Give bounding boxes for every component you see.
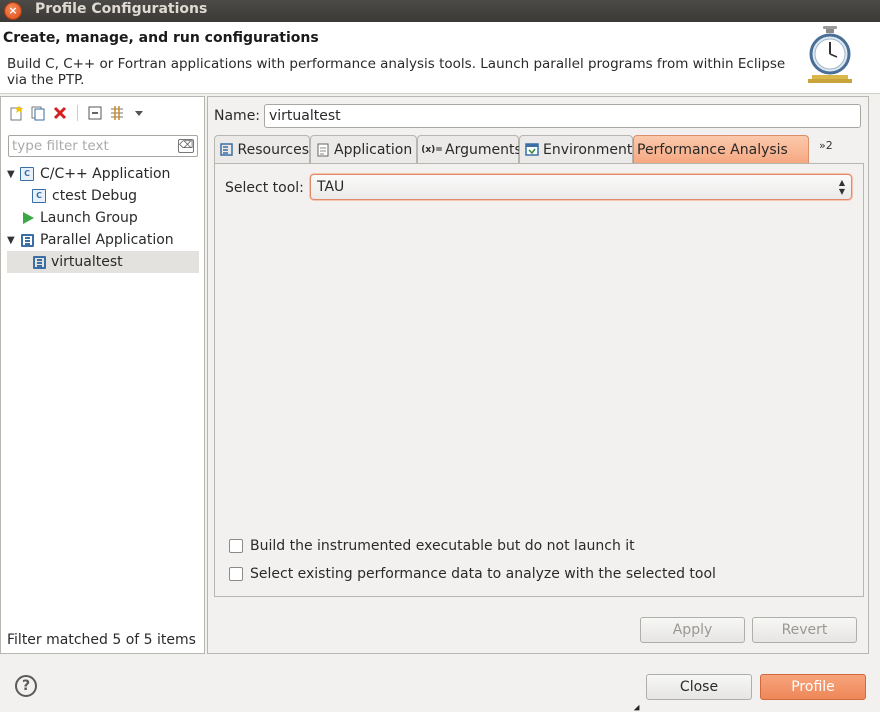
- select-tool-label: Select tool:: [225, 180, 304, 196]
- name-input[interactable]: [265, 105, 860, 127]
- existing-data-checkbox[interactable]: [229, 567, 243, 581]
- build-only-checkbox-row[interactable]: Build the instrumented executable but do…: [229, 538, 635, 554]
- application-icon: [316, 143, 330, 157]
- parallel-app-icon: [20, 233, 34, 247]
- filter-clear-icon[interactable]: ⌫: [178, 139, 194, 153]
- tree-item-label: virtualtest: [51, 254, 123, 270]
- filter-field: ⌫: [8, 135, 198, 157]
- resources-icon: [220, 143, 234, 157]
- tree-item-label: ctest Debug: [52, 188, 138, 204]
- filter-status: Filter matched 5 of 5 items: [7, 632, 196, 648]
- dropdown-arrows-icon: ▲ ▼: [838, 178, 845, 196]
- stopwatch-icon: [808, 26, 852, 83]
- tab-resources[interactable]: Resources: [214, 135, 310, 163]
- environment-icon: [525, 143, 539, 157]
- tab-environment[interactable]: Environment: [519, 135, 633, 163]
- select-tool-value: TAU: [317, 179, 345, 195]
- c-config-icon: C: [32, 189, 46, 203]
- configuration-list-panel: ⌫ ▼ C C/C++ Application C ctest Debug La…: [0, 96, 205, 654]
- tree-item-launch-group[interactable]: Launch Group: [1, 207, 204, 229]
- launch-group-icon: [21, 211, 35, 225]
- window-close-button[interactable]: ×: [4, 2, 22, 20]
- select-tool-dropdown[interactable]: TAU ▲ ▼: [310, 174, 852, 200]
- name-field: [264, 104, 861, 128]
- view-menu-chevron-icon[interactable]: [130, 104, 148, 122]
- tree-item-virtualtest[interactable]: virtualtest: [7, 251, 199, 273]
- profile-button[interactable]: Profile: [760, 674, 866, 700]
- tree-item-label: Parallel Application: [40, 232, 174, 248]
- expand-arrow-icon[interactable]: ▼: [7, 169, 17, 180]
- apply-button[interactable]: Apply: [640, 617, 745, 643]
- tree-item-parallel-application[interactable]: ▼ Parallel Application: [1, 229, 204, 251]
- collapse-all-icon[interactable]: [86, 104, 104, 122]
- tab-label: Arguments: [445, 141, 522, 158]
- tab-performance-analysis[interactable]: Performance Analysis: [633, 135, 809, 163]
- config-toolbar: [7, 103, 148, 123]
- more-tabs-chevron-icon[interactable]: »2: [819, 139, 833, 152]
- tab-label: Resources: [237, 141, 310, 158]
- new-config-icon[interactable]: [7, 104, 25, 122]
- header-description: Build C, C++ or Fortran applications wit…: [7, 56, 786, 88]
- tree-item-label: C/C++ Application: [40, 166, 171, 182]
- tab-application[interactable]: Application: [310, 135, 417, 163]
- mouse-cursor-icon: [633, 704, 643, 712]
- tree-item-c-cpp-application[interactable]: ▼ C C/C++ Application: [1, 163, 204, 185]
- filter-input[interactable]: [9, 136, 169, 156]
- arguments-icon: (x)=: [421, 144, 443, 155]
- window-title: Profile Configurations: [35, 1, 208, 17]
- tree-item-label: Launch Group: [40, 210, 138, 226]
- close-button[interactable]: Close: [646, 674, 752, 700]
- expand-arrow-icon[interactable]: ▼: [7, 235, 17, 246]
- build-only-checkbox-label: Build the instrumented executable but do…: [250, 538, 635, 554]
- tab-label: Application: [334, 141, 413, 158]
- configuration-editor-panel: Name: Resources Application (x)= Argumen…: [207, 96, 869, 654]
- build-only-checkbox[interactable]: [229, 539, 243, 553]
- tree-item-ctest-debug[interactable]: C ctest Debug: [1, 185, 204, 207]
- duplicate-config-icon[interactable]: [29, 104, 47, 122]
- help-icon[interactable]: ?: [15, 675, 37, 697]
- config-tree: ▼ C C/C++ Application C ctest Debug Laun…: [1, 163, 204, 273]
- name-label: Name:: [214, 108, 261, 124]
- tab-arguments[interactable]: (x)= Arguments: [417, 135, 522, 163]
- existing-data-checkbox-label: Select existing performance data to anal…: [250, 566, 716, 582]
- tab-label: Environment: [543, 141, 633, 158]
- parallel-config-icon: [32, 255, 46, 269]
- existing-data-checkbox-row[interactable]: Select existing performance data to anal…: [229, 566, 716, 582]
- window-titlebar: × Profile Configurations: [0, 0, 880, 22]
- c-app-icon: C: [20, 167, 34, 181]
- delete-config-icon[interactable]: [51, 104, 69, 122]
- config-tabs: Resources Application (x)= Arguments Env…: [214, 135, 864, 163]
- performance-analysis-tab-content: Select tool: TAU ▲ ▼ Build the instrument…: [214, 163, 864, 597]
- dialog-header: Create, manage, and run configurations B…: [0, 22, 880, 94]
- filter-config-icon[interactable]: [108, 104, 126, 122]
- revert-button[interactable]: Revert: [752, 617, 857, 643]
- toolbar-separator: [77, 105, 78, 121]
- header-title: Create, manage, and run configurations: [3, 30, 319, 46]
- tab-label: Performance Analysis: [637, 141, 788, 158]
